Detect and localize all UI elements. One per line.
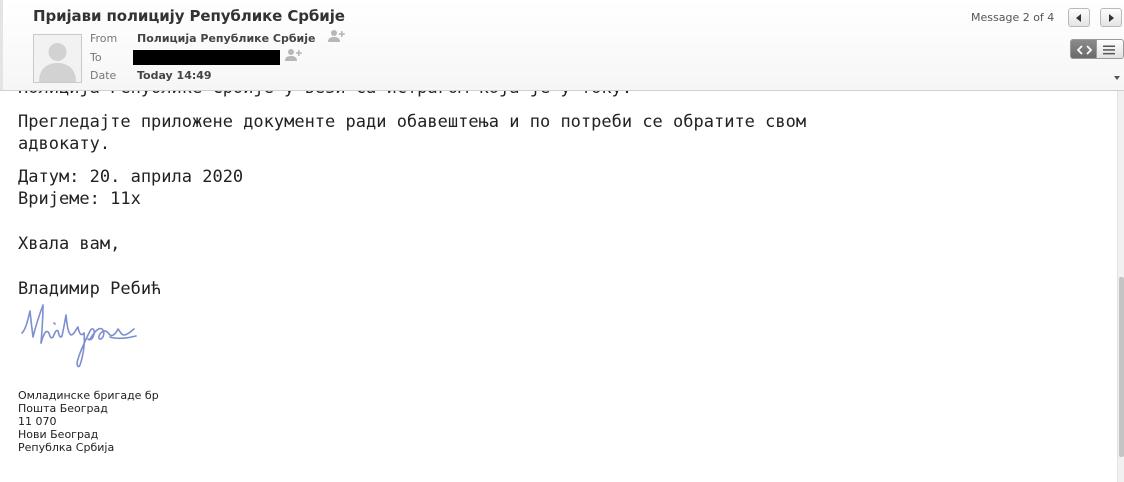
handwritten-signature bbox=[21, 304, 137, 368]
address-line: Републка Србија bbox=[18, 441, 115, 454]
body-closing: Хвала вам, bbox=[18, 234, 121, 254]
message-counter: Message 2 of 4 bbox=[971, 11, 1055, 24]
scrollbar-thumb[interactable] bbox=[1119, 277, 1124, 457]
date-label: Date bbox=[90, 69, 117, 82]
body-signer-name: Владимир Ребић bbox=[18, 279, 162, 299]
body-time-line: Вријеме: 11х bbox=[18, 189, 141, 209]
add-contact-icon[interactable] bbox=[285, 48, 303, 62]
vertical-scrollbar[interactable] bbox=[1117, 91, 1124, 482]
next-message-button[interactable] bbox=[1100, 8, 1122, 27]
previous-message-button[interactable] bbox=[1068, 8, 1090, 27]
sender-avatar[interactable] bbox=[33, 34, 82, 83]
code-view-icon bbox=[1077, 45, 1092, 55]
body-paragraph-line: Прегледајте приложене документе ради оба… bbox=[18, 112, 807, 132]
body-paragraph-line: адвокату. bbox=[18, 134, 111, 154]
arrow-left-icon bbox=[1076, 14, 1081, 22]
header-edge bbox=[0, 0, 3, 90]
address-line: Омладинске бригаде бр bbox=[18, 389, 159, 402]
body-line-partial: Полиција Републике Србије у вези са истр… bbox=[18, 91, 632, 99]
chevron-down-icon[interactable] bbox=[1113, 74, 1121, 82]
address-line: Нови Београд bbox=[18, 428, 99, 441]
message-subject: Пријави полицију Републике Србије bbox=[33, 7, 345, 25]
body-date-line: Датум: 20. априла 2020 bbox=[18, 167, 244, 187]
date-value: Today 14:49 bbox=[137, 69, 212, 82]
redacted-recipient bbox=[133, 50, 280, 65]
add-contact-icon[interactable] bbox=[328, 29, 346, 43]
from-value[interactable]: Полиција Републике Србије bbox=[137, 32, 315, 45]
message-header: Пријави полицију Републике Србије From П… bbox=[0, 0, 1124, 91]
html-view-toggle[interactable] bbox=[1070, 39, 1097, 59]
arrow-right-icon bbox=[1109, 14, 1114, 22]
address-line: Пошта Београд bbox=[18, 402, 108, 415]
plain-text-view-toggle[interactable] bbox=[1097, 39, 1124, 59]
address-line: 11 070 bbox=[18, 415, 57, 428]
from-label: From bbox=[90, 32, 118, 45]
text-lines-icon bbox=[1103, 45, 1115, 55]
to-label: To bbox=[90, 51, 102, 64]
message-body: Полиција Републике Србије у вези са истр… bbox=[0, 91, 1117, 482]
person-placeholder-icon bbox=[34, 35, 81, 82]
